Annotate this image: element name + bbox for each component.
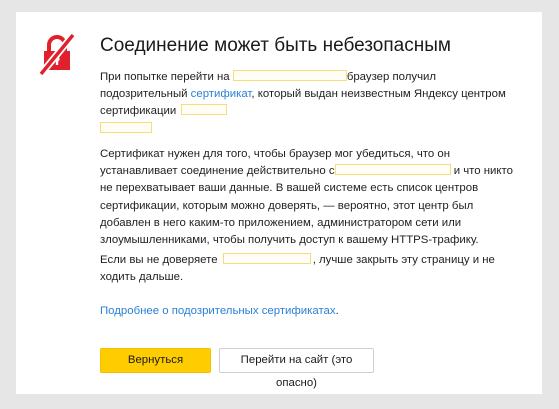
explanation-text-2: и что никто не перехватывает ваши данные… [100,165,513,247]
advice-paragraph: Если вы не доверяете , лучше закрыть эту… [100,252,520,286]
intro-paragraph: При попытке перейти на браузер получил п… [100,69,520,138]
back-button[interactable]: Вернуться [100,348,211,373]
learn-more-link[interactable]: Подробнее о подозрительных сертификатах [100,305,336,317]
certificate-link[interactable]: сертификат [191,88,252,100]
lock-crossed-icon [38,32,76,76]
learn-more-paragraph: Подробнее о подозрительных сертификатах. [100,303,520,320]
redacted-domain [232,70,347,81]
redacted-issuer [181,104,228,116]
explanation-paragraph: Сертификат нужен для того, чтобы браузер… [100,146,520,249]
redacted-issuer-continued [100,121,152,133]
advice-text-1: Если вы не доверяете [100,254,221,266]
redacted-issuer-2 [222,253,311,264]
learn-more-dot: . [335,305,339,317]
proceed-unsafe-button[interactable]: Перейти на сайт (это опасно) [219,348,374,389]
intro-text-1: При попытке перейти на [100,71,233,83]
warning-card: Соединение может быть небезопасным При п… [16,12,542,394]
redacted-domain-2 [334,164,451,176]
page-title: Соединение может быть небезопасным [100,35,451,56]
